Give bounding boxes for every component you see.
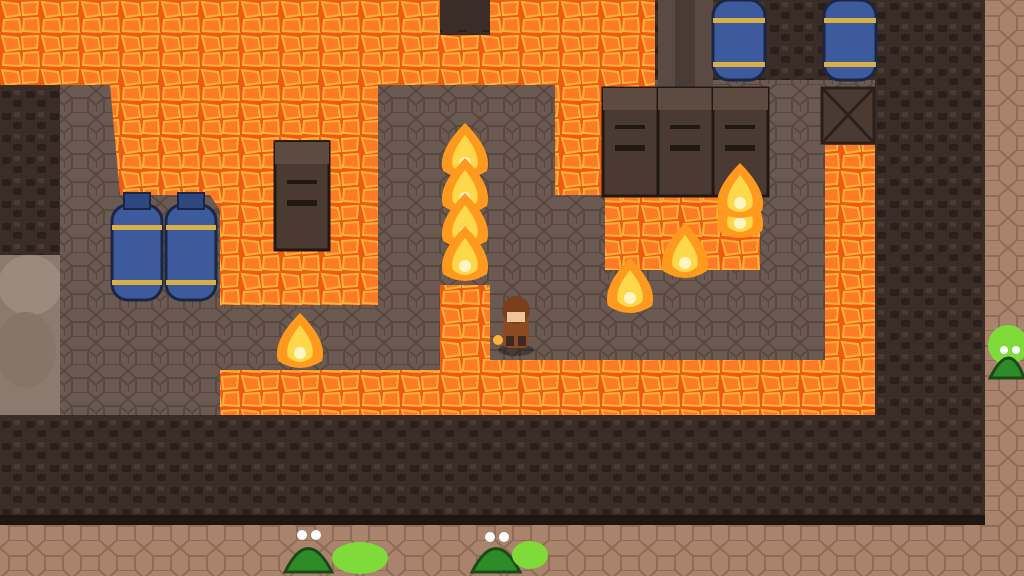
slime-puddle bbox=[512, 541, 548, 569]
wall-edge bbox=[0, 515, 985, 525]
torch-icon bbox=[493, 335, 503, 345]
scene-canvas bbox=[0, 0, 1024, 576]
blue-vase[interactable] bbox=[110, 192, 164, 302]
blue-vase[interactable] bbox=[822, 0, 878, 82]
pillar-shadow bbox=[675, 0, 695, 88]
boulder bbox=[0, 255, 62, 315]
blue-vase[interactable] bbox=[164, 192, 218, 302]
slime-puddle bbox=[332, 542, 388, 574]
blue-vase[interactable] bbox=[711, 0, 767, 82]
slime-enemy[interactable] bbox=[987, 325, 1024, 380]
game-scene[interactable] bbox=[0, 0, 1024, 576]
totem bbox=[656, 86, 715, 198]
totem bbox=[273, 140, 331, 252]
totem bbox=[601, 86, 660, 198]
door-pillar bbox=[440, 0, 490, 30]
